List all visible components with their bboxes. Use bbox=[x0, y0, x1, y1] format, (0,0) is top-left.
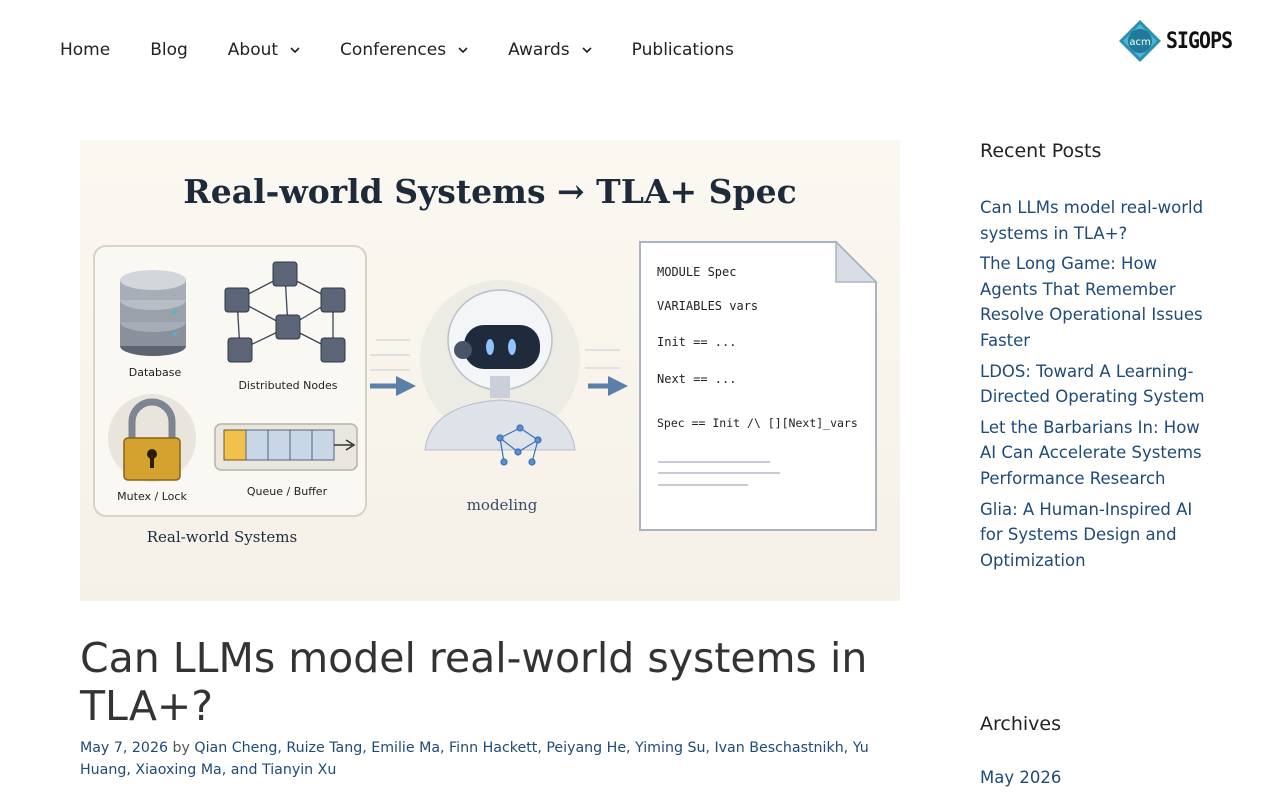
acm-badge-icon: acm bbox=[1119, 20, 1161, 62]
queue-icon bbox=[214, 423, 358, 471]
recent-post-link[interactable]: Glia: A Human-Inspired AI for Systems De… bbox=[980, 497, 1210, 574]
featured-image: Real-world Systems → TLA+ Spec Database bbox=[80, 140, 900, 601]
list-item: Let the Barbarians In: How AI Can Accele… bbox=[980, 415, 1210, 492]
nav-label: About bbox=[227, 40, 279, 60]
chevron-down-icon bbox=[458, 47, 468, 54]
hero-heading: Real-world Systems → TLA+ Spec bbox=[183, 172, 796, 211]
nav-label: Publications bbox=[631, 40, 734, 60]
list-item: May 2026 bbox=[980, 768, 1210, 787]
site-header: Home Blog About Conferences Awards Publi… bbox=[0, 0, 1280, 100]
spec-variables-line: VARIABLES vars bbox=[657, 299, 758, 313]
lock-icon bbox=[108, 394, 196, 482]
database-icon bbox=[120, 270, 186, 356]
panel-label: Real-world Systems bbox=[147, 528, 297, 546]
recent-post-link[interactable]: Let the Barbarians In: How AI Can Accele… bbox=[980, 415, 1210, 492]
spec-init-line: Init == ... bbox=[657, 335, 736, 349]
chevron-down-icon bbox=[290, 47, 300, 54]
post-meta: May 7, 2026 by Qian Cheng, Ruize Tang, E… bbox=[80, 737, 900, 781]
recent-post-link[interactable]: The Long Game: How Agents That Remember … bbox=[980, 251, 1210, 353]
flow-arrow-right bbox=[585, 349, 628, 396]
post-authors[interactable]: Qian Cheng, Ruize Tang, Emilie Ma, Finn … bbox=[80, 740, 869, 778]
list-item: Glia: A Human-Inspired AI for Systems De… bbox=[980, 497, 1210, 574]
nav-item-awards[interactable]: Awards bbox=[488, 0, 612, 100]
list-item: Can LLMs model real-world systems in TLA… bbox=[980, 195, 1210, 246]
nav-item-conferences[interactable]: Conferences bbox=[320, 0, 488, 100]
robot-label: modeling bbox=[467, 496, 538, 514]
spec-document-icon bbox=[639, 240, 878, 531]
nodes-label: Distributed Nodes bbox=[238, 379, 337, 392]
recent-post-link[interactable]: LDOS: Toward A Learning-Directed Operati… bbox=[980, 359, 1210, 410]
mutex-label: Mutex / Lock bbox=[117, 490, 187, 503]
nav-label: Home bbox=[60, 40, 111, 60]
nav-label: Blog bbox=[150, 40, 188, 60]
nav-item-about[interactable]: About bbox=[208, 0, 320, 100]
database-label: Database bbox=[129, 366, 182, 379]
sidebar-archives: Archives May 2026 bbox=[980, 713, 1210, 787]
main-nav: Home Blog About Conferences Awards Publi… bbox=[40, 0, 754, 100]
post-by: by bbox=[168, 740, 195, 756]
queue-label: Queue / Buffer bbox=[247, 485, 328, 498]
post-title[interactable]: Can LLMs model real-world systems in TLA… bbox=[80, 634, 900, 730]
recent-posts-list: Can LLMs model real-world systems in TLA… bbox=[980, 195, 1210, 573]
acm-badge-text: acm bbox=[1129, 37, 1150, 48]
robot-icon bbox=[420, 280, 580, 466]
nav-label: Awards bbox=[508, 40, 570, 60]
nav-label: Conferences bbox=[340, 40, 447, 60]
spec-spec-line: Spec == Init /\ [][Next]_vars bbox=[657, 416, 858, 430]
spec-next-line: Next == ... bbox=[657, 372, 736, 386]
list-item: The Long Game: How Agents That Remember … bbox=[980, 251, 1210, 353]
nav-item-home[interactable]: Home bbox=[40, 0, 130, 100]
archives-list: May 2026 bbox=[980, 768, 1210, 787]
list-item: LDOS: Toward A Learning-Directed Operati… bbox=[980, 359, 1210, 410]
chevron-down-icon bbox=[582, 47, 592, 54]
sigops-logo[interactable]: acm SIGOPS bbox=[1118, 19, 1239, 63]
logo-text: SIGOPS bbox=[1166, 28, 1233, 54]
flow-arrow-left bbox=[370, 339, 416, 396]
archive-link[interactable]: May 2026 bbox=[980, 768, 1061, 787]
sidebar-recent-posts: Recent Posts Can LLMs model real-world s… bbox=[980, 140, 1210, 578]
nav-item-blog[interactable]: Blog bbox=[130, 0, 208, 100]
recent-post-link[interactable]: Can LLMs model real-world systems in TLA… bbox=[980, 195, 1210, 246]
archives-title: Archives bbox=[980, 713, 1061, 735]
spec-module-line: MODULE Spec bbox=[657, 265, 736, 279]
post-date[interactable]: May 7, 2026 bbox=[80, 740, 168, 756]
nav-item-publications[interactable]: Publications bbox=[612, 0, 754, 100]
recent-posts-title: Recent Posts bbox=[980, 140, 1102, 162]
